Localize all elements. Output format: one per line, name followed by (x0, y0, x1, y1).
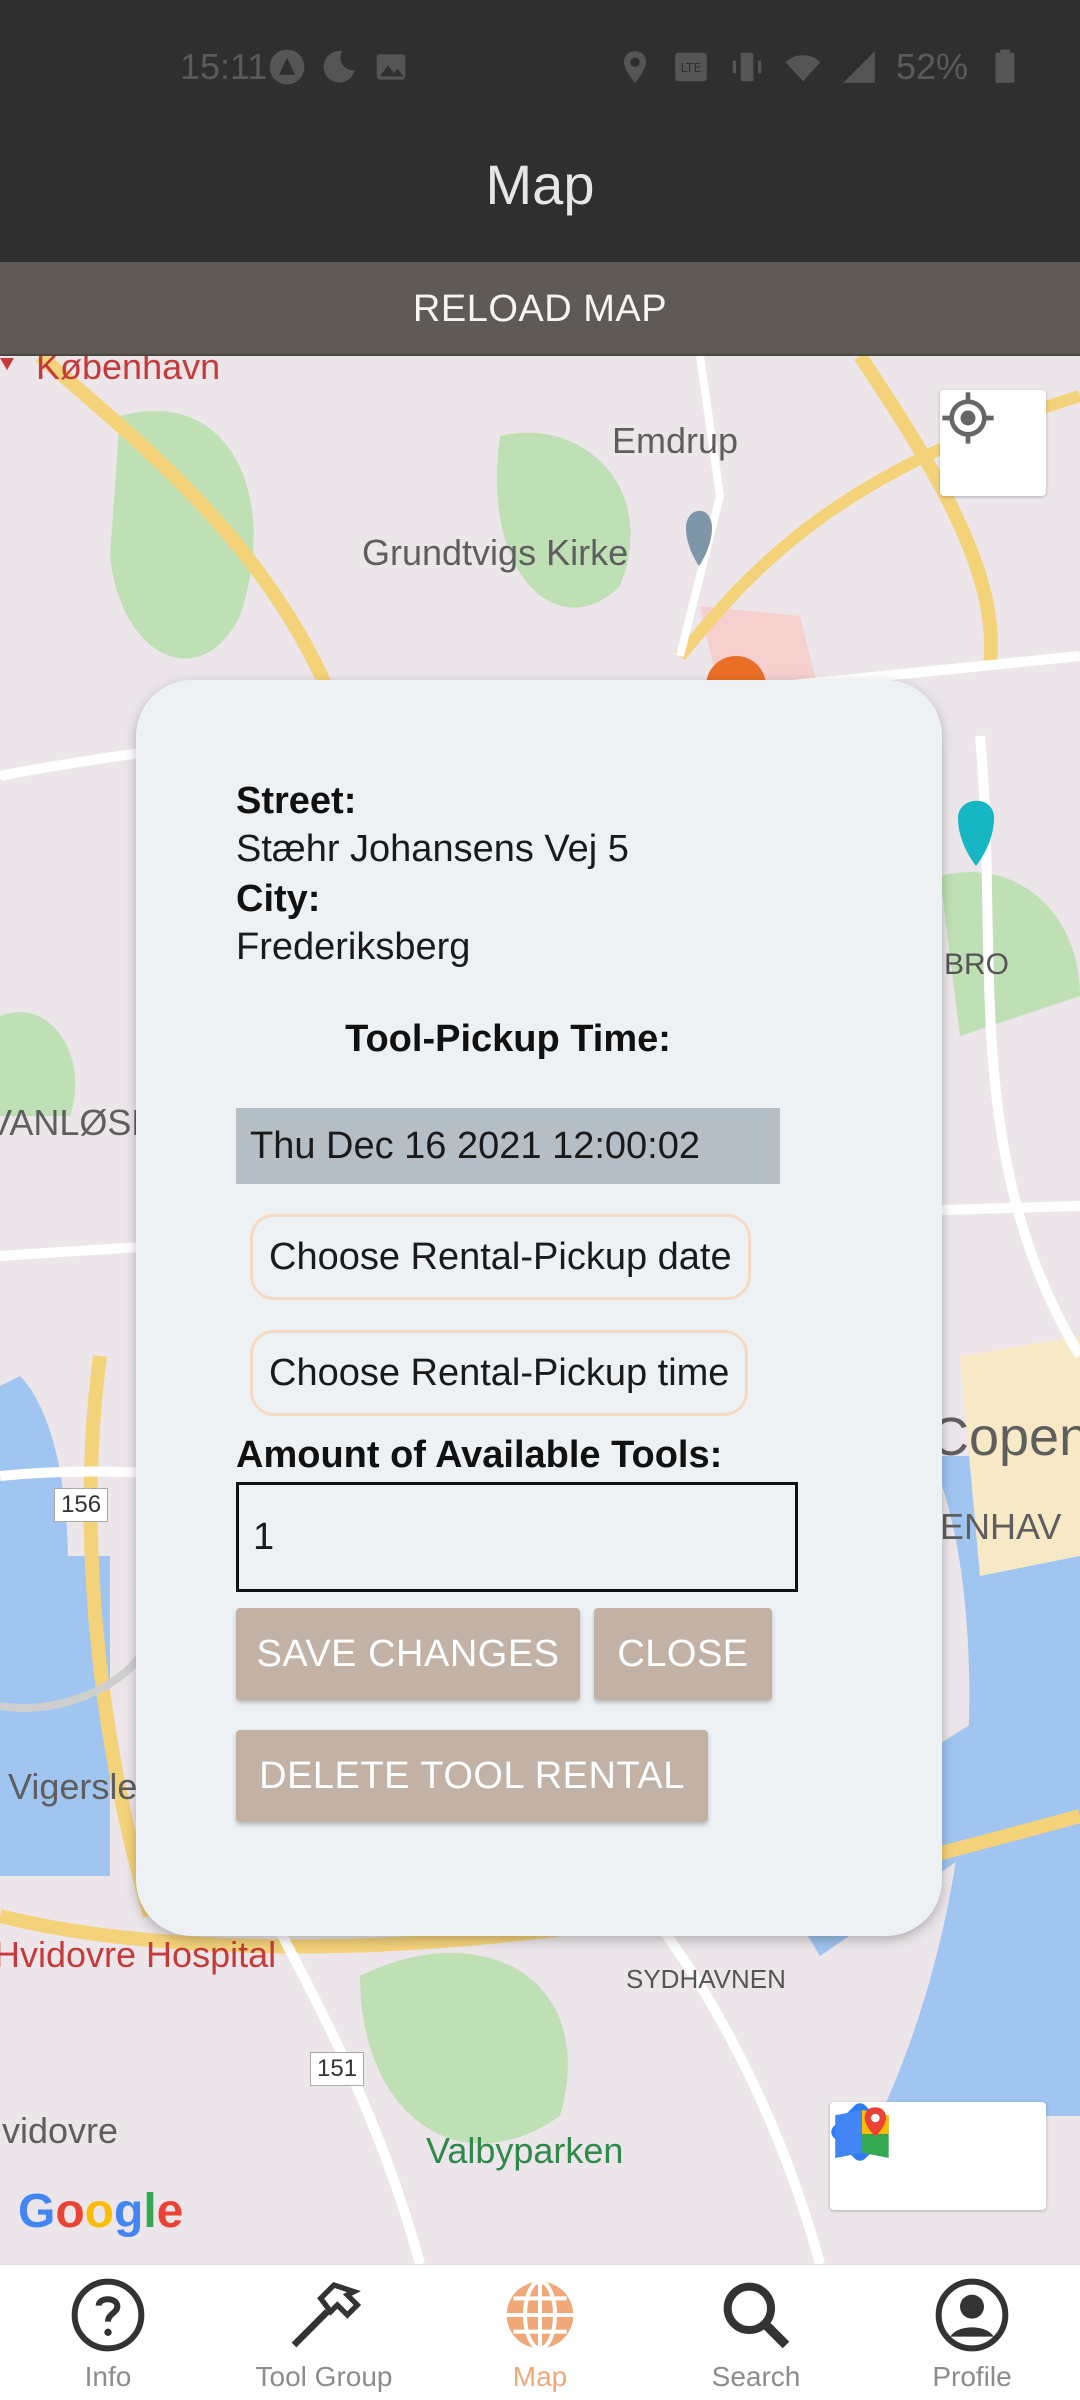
tab-map[interactable]: Map (432, 2265, 648, 2400)
google-logo: Google (18, 2184, 183, 2239)
map-label-hvidovre: Hvidovre (0, 2110, 119, 2151)
close-button[interactable]: CLOSE (594, 1608, 772, 1700)
city-label: City: (236, 878, 321, 920)
tab-label: Profile (932, 2361, 1012, 2392)
map-label-vanlose: VANLØSE (0, 1102, 156, 1143)
my-location-button[interactable] (940, 390, 1046, 496)
vibrate-icon (732, 52, 762, 82)
pickup-time-heading: Tool-Pickup Time: (345, 1018, 671, 1060)
street-value: Stæhr Johansens Vej 5 (236, 828, 629, 870)
reload-map-button[interactable]: RELOAD MAP (0, 262, 1080, 356)
tool-rental-modal: Street: Stæhr Johansens Vej 5 City: Fred… (136, 680, 942, 1936)
map-label-enhavn: ENHAV (940, 1506, 1062, 1547)
amount-input[interactable]: 1 (236, 1482, 798, 1592)
road-shield-156: 156 (54, 1488, 109, 1522)
tab-label: Search (711, 2361, 801, 2392)
map-label-emdrup: Emdrup (612, 420, 739, 461)
map-label-valbyparken: Valbyparken (426, 2130, 624, 2171)
city-value: Frederiksberg (236, 926, 471, 968)
google-logo-letter: o (84, 2185, 114, 2238)
google-logo-letter: G (18, 2185, 56, 2238)
map-label-copenhagen: Copen (930, 1407, 1080, 1467)
crosshair-icon (942, 392, 994, 444)
street-label: Street: (236, 780, 357, 822)
help-circle-icon (71, 2278, 145, 2352)
delete-tool-rental-button[interactable]: DELETE TOOL RENTAL (236, 1730, 708, 1822)
battery-percent: 52% (895, 46, 968, 87)
road-shield-151: 151 (310, 2052, 365, 2086)
google-logo-letter: l (143, 2185, 157, 2238)
map-label-hvidovre-hospital: Hvidovre Hospital (0, 1934, 277, 1975)
tab-profile[interactable]: Profile (864, 2265, 1080, 2400)
bottom-navigation: Info Tool Group Map Search Profile (0, 2264, 1080, 2400)
image-icon (376, 54, 406, 80)
signal-icon (843, 51, 875, 83)
map-label-sydhavnen: SYDHAVNEN (626, 1964, 786, 1994)
amount-label: Amount of Available Tools: (236, 1434, 723, 1476)
volte-icon: LTE (675, 52, 707, 82)
tab-label: Tool Group (255, 2361, 393, 2392)
map-label-vigerslev: Vigerslev (8, 1766, 156, 1807)
tab-info[interactable]: Info (0, 2265, 216, 2400)
google-logo-letter: e (156, 2185, 184, 2238)
svg-text:LTE: LTE (680, 60, 701, 75)
wifi-icon (785, 55, 821, 82)
page-title: Map (485, 153, 595, 216)
google-maps-icon (835, 2107, 889, 2158)
pickup-datetime-display: Thu Dec 16 2021 12:00:02 (236, 1108, 780, 1184)
tab-label: Map (512, 2361, 568, 2392)
map-toolbar (830, 2102, 1046, 2210)
map-label-kobenhavn: København (36, 356, 221, 387)
open-google-maps-button[interactable] (835, 2102, 1046, 2210)
google-logo-letter: o (55, 2185, 85, 2238)
tab-tool-group[interactable]: Tool Group (216, 2265, 432, 2400)
maps-icon (269, 49, 305, 85)
choose-pickup-date-button[interactable]: Choose Rental-Pickup date (250, 1214, 751, 1300)
tab-search[interactable]: Search (648, 2265, 864, 2400)
location-icon (623, 51, 647, 83)
map-label-bro: BRO (944, 948, 1010, 981)
app-bar: Map (0, 140, 1080, 262)
status-bar: 15:11 LTE 52% (0, 0, 1080, 140)
account-circle-icon (935, 2278, 1009, 2352)
choose-pickup-time-button[interactable]: Choose Rental-Pickup time (250, 1330, 749, 1416)
status-time: 15:11 (180, 46, 268, 87)
night-mode-icon (323, 50, 355, 83)
map-label-grundtvigs-kirke: Grundtvigs Kirke (362, 532, 629, 573)
globe-icon (506, 2279, 574, 2351)
tab-label: Info (84, 2361, 132, 2392)
google-logo-letter: g (114, 2185, 144, 2238)
hammer-icon (291, 2281, 362, 2348)
battery-icon (995, 49, 1015, 83)
search-icon (723, 2282, 790, 2349)
save-changes-button[interactable]: SAVE CHANGES (236, 1608, 580, 1700)
